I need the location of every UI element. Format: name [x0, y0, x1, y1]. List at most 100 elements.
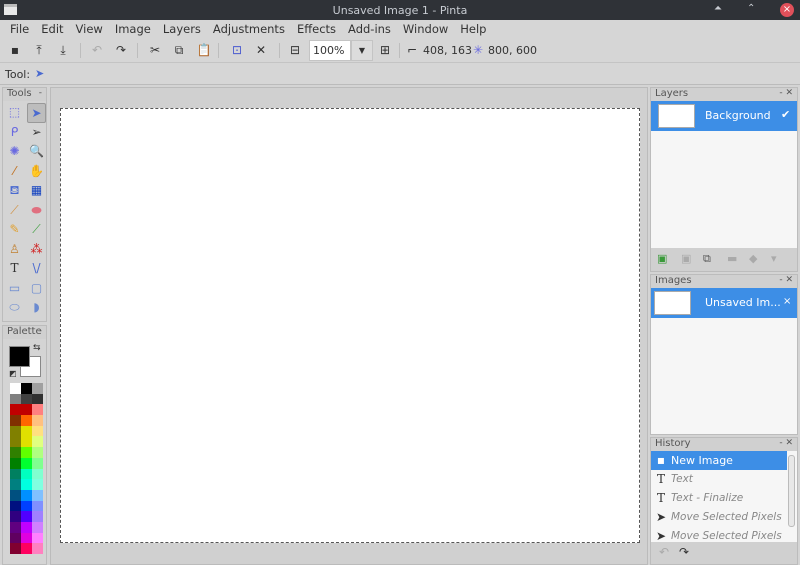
swap-colors-icon[interactable]: ⇆	[33, 343, 41, 353]
rounded-rectangle-icon[interactable]: ▢	[27, 279, 46, 299]
menu-view[interactable]: View	[70, 20, 109, 38]
zoom-icon[interactable]: 🔍	[27, 142, 46, 162]
palette-swatch[interactable]	[32, 383, 43, 394]
color-dropper-icon[interactable]: ⟋	[27, 220, 46, 240]
palette-swatch[interactable]	[21, 521, 32, 533]
crop-to-selection-icon[interactable]: ⊡	[229, 42, 245, 58]
undo-icon[interactable]: ↶	[89, 42, 105, 58]
palette-swatch[interactable]	[32, 532, 43, 544]
menu-edit[interactable]: Edit	[35, 20, 69, 38]
palette-swatch[interactable]	[32, 543, 43, 554]
palette-swatch[interactable]	[21, 543, 32, 554]
text-icon[interactable]: T	[5, 259, 24, 279]
palette-swatch[interactable]	[32, 415, 43, 426]
primary-color[interactable]	[9, 346, 30, 367]
panel-controls[interactable]: - ✕	[779, 438, 793, 448]
palette-swatch[interactable]	[32, 447, 43, 458]
palette-swatch[interactable]	[32, 425, 43, 437]
palette-swatch[interactable]	[10, 489, 21, 501]
move-layer-up-icon[interactable]: ◆	[749, 252, 757, 265]
add-layer-icon[interactable]: ▣	[657, 252, 667, 265]
palette-swatch[interactable]	[21, 393, 32, 405]
palette-swatch[interactable]	[21, 479, 32, 490]
palette-swatch[interactable]	[10, 511, 21, 522]
rectangle-select-icon[interactable]: ⬚	[5, 103, 24, 123]
deselect-icon[interactable]: ✕	[253, 42, 269, 58]
gradient-icon[interactable]: ▦	[27, 181, 46, 201]
palette-swatch[interactable]	[10, 543, 21, 554]
cut-icon[interactable]: ✂	[147, 42, 163, 58]
palette-swatch[interactable]	[10, 415, 21, 426]
palette-swatch[interactable]	[21, 489, 32, 501]
layer-visible-checkbox[interactable]: ✔	[781, 108, 790, 121]
eraser-icon[interactable]: ⬬	[27, 201, 46, 221]
palette-swatch[interactable]	[32, 489, 43, 501]
collapse-icon[interactable]: -	[39, 326, 42, 336]
palette-swatch[interactable]	[32, 404, 43, 416]
image-canvas[interactable]	[60, 108, 640, 543]
undo-icon[interactable]: ↶	[659, 545, 669, 559]
history-scrollbar[interactable]	[788, 455, 795, 527]
palette-swatch[interactable]	[32, 500, 43, 512]
save-icon[interactable]: ⤓	[55, 42, 71, 58]
history-item[interactable]: T Text - Finalize	[651, 489, 787, 508]
menu-help[interactable]: Help	[454, 20, 492, 38]
menu-effects[interactable]: Effects	[291, 20, 342, 38]
paintbrush-icon[interactable]: ⟋	[5, 201, 24, 221]
paint-bucket-icon[interactable]: ⛾	[5, 181, 24, 201]
palette-swatch[interactable]	[10, 457, 21, 469]
history-item[interactable]: ➤ Move Selected Pixels	[651, 527, 787, 542]
image-row[interactable]: Unsaved Im... ×	[651, 288, 797, 318]
recolor-icon[interactable]: ⁂	[27, 240, 46, 260]
clone-stamp-icon[interactable]: ♙	[5, 240, 24, 260]
palette-swatch[interactable]	[21, 500, 32, 512]
palette-swatch[interactable]	[10, 447, 21, 458]
zoom-out-icon[interactable]: ⊟	[287, 42, 303, 58]
panel-controls[interactable]: - ✕	[779, 88, 793, 98]
menu-window[interactable]: Window	[397, 20, 454, 38]
palette-swatch[interactable]	[10, 479, 21, 490]
paste-icon[interactable]: 📋	[196, 42, 212, 58]
delete-layer-icon[interactable]: ▣	[681, 252, 691, 265]
palette-swatch[interactable]	[32, 511, 43, 522]
history-item[interactable]: T Text	[651, 470, 787, 489]
palette-swatch[interactable]	[10, 383, 21, 394]
minimize-icon[interactable]: ⏶	[714, 3, 722, 14]
zoom-input[interactable]: 100%	[309, 40, 351, 61]
maximize-icon[interactable]: ⌃	[747, 3, 755, 14]
close-image-icon[interactable]: ×	[783, 296, 791, 307]
palette-swatch[interactable]	[21, 532, 32, 544]
palette-swatch[interactable]	[32, 457, 43, 469]
collapse-icon[interactable]: -	[39, 88, 42, 98]
reset-colors-icon[interactable]: ◩	[9, 369, 17, 378]
layer-row[interactable]: Background ✔	[651, 101, 797, 131]
palette-swatch[interactable]	[10, 404, 21, 416]
palette-swatch[interactable]	[21, 383, 32, 394]
palette-swatch[interactable]	[32, 468, 43, 480]
new-icon[interactable]: ▪	[7, 42, 23, 58]
palette-swatch[interactable]	[21, 457, 32, 469]
copy-icon[interactable]: ⧉	[171, 42, 187, 58]
palette-swatch[interactable]	[10, 468, 21, 480]
palette-swatch[interactable]	[21, 468, 32, 480]
history-item[interactable]: ➤ Move Selected Pixels	[651, 508, 787, 527]
palette-swatch[interactable]	[21, 404, 32, 416]
palette-swatch[interactable]	[21, 415, 32, 426]
palette-swatch[interactable]	[21, 436, 32, 448]
menu-add-ins[interactable]: Add-ins	[342, 20, 397, 38]
color-picker-icon[interactable]: ⁄	[5, 162, 24, 182]
history-item[interactable]: ▪ New Image	[651, 451, 787, 470]
pencil-icon[interactable]: ✎	[5, 220, 24, 240]
panel-controls[interactable]: - ✕	[779, 275, 793, 285]
move-selection-icon[interactable]: ➢	[27, 123, 46, 143]
zoom-dropdown-button[interactable]: ▼	[351, 40, 373, 61]
palette-swatch[interactable]	[10, 393, 21, 405]
palette-swatch[interactable]	[10, 425, 21, 437]
redo-icon[interactable]: ↷	[113, 42, 129, 58]
duplicate-layer-icon[interactable]: ⧉	[703, 252, 711, 266]
palette-swatch[interactable]	[32, 436, 43, 448]
freeform-shape-icon[interactable]: ◗	[27, 298, 46, 318]
menu-adjustments[interactable]: Adjustments	[207, 20, 291, 38]
palette-swatch[interactable]	[10, 521, 21, 533]
palette-swatch[interactable]	[10, 500, 21, 512]
